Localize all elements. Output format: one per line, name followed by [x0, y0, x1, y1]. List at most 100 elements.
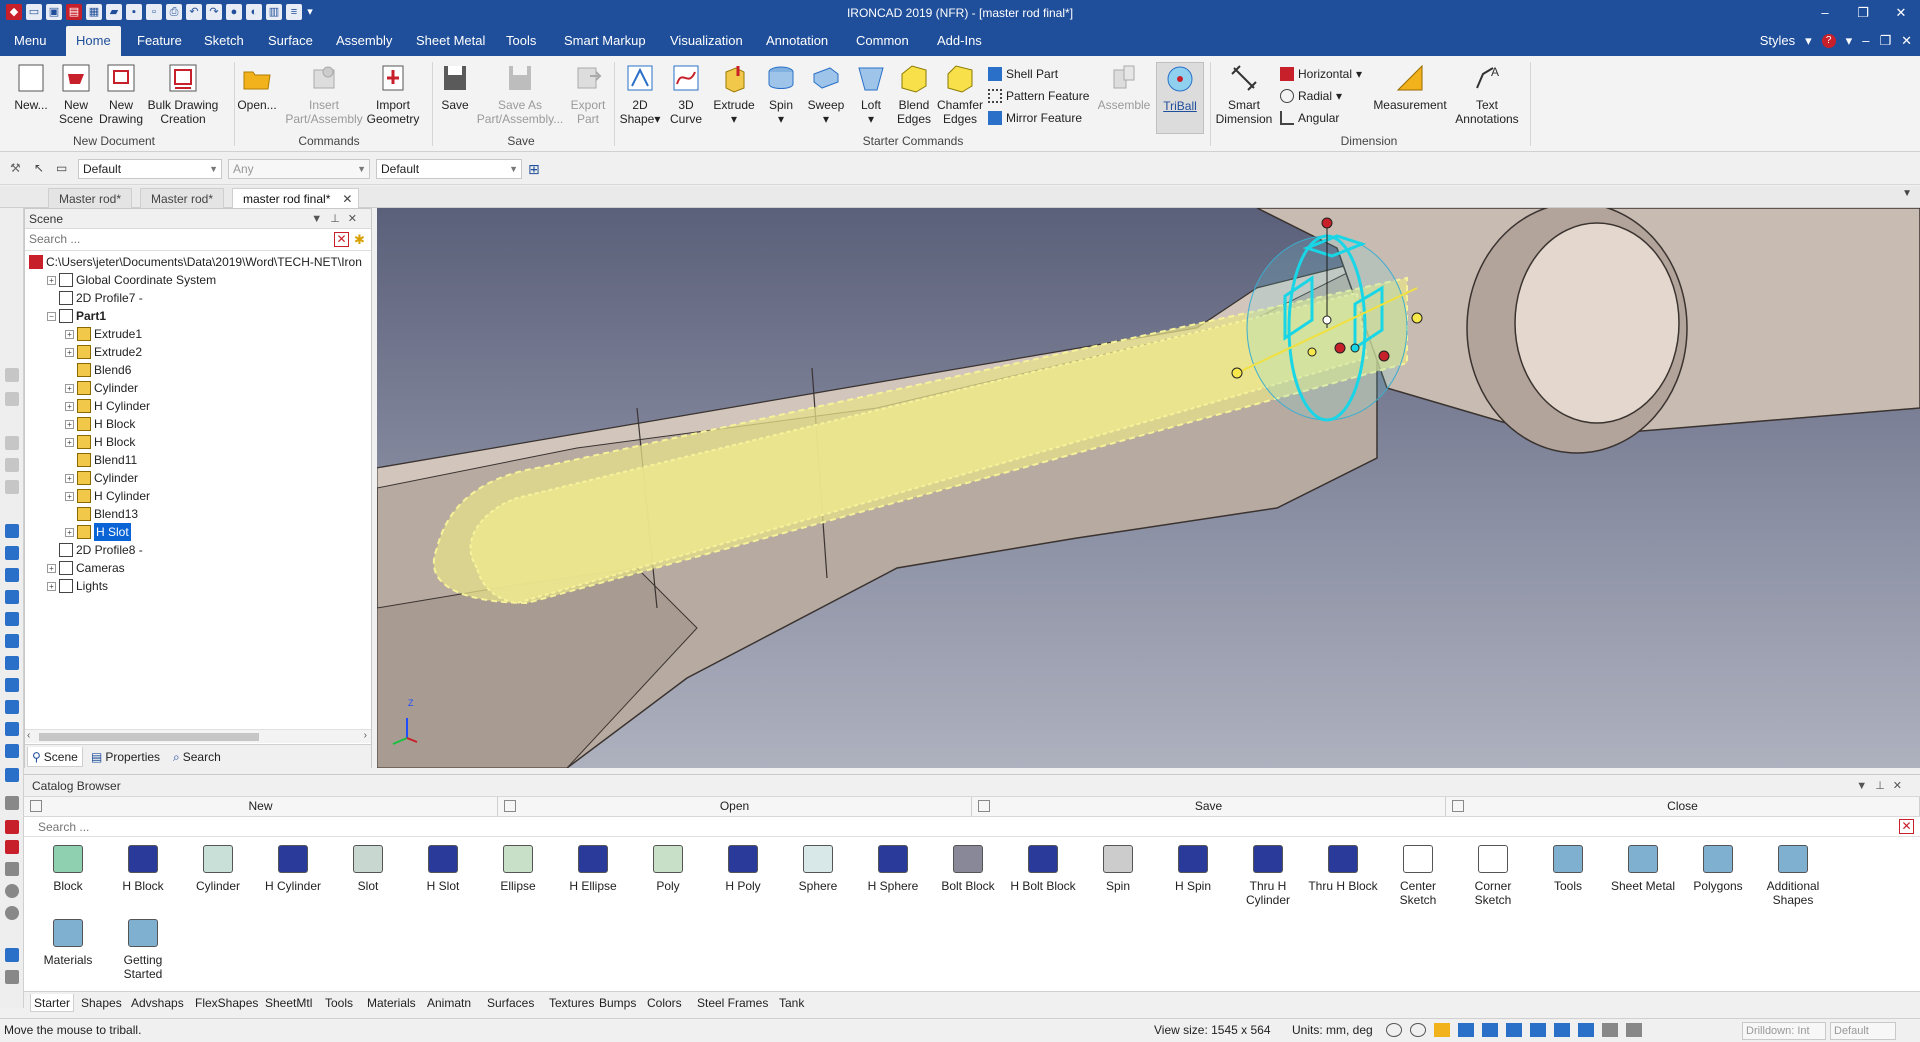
angle-tool-icon[interactable]: [5, 862, 19, 876]
close-tab-icon[interactable]: ✕: [342, 189, 352, 209]
clock-tool-icon[interactable]: [5, 906, 19, 920]
orbit-icon[interactable]: [1482, 1023, 1498, 1037]
expand-icon[interactable]: +: [65, 437, 74, 447]
styles-dropdown-icon[interactable]: ▾: [1805, 26, 1812, 56]
ribbon-restore-icon[interactable]: ❐: [1879, 26, 1891, 56]
doc-tab-master-rod-1[interactable]: Master rod*: [48, 188, 133, 208]
radial-dropdown-icon[interactable]: ▾: [1336, 89, 1342, 103]
render-mode-icon[interactable]: [1458, 1023, 1474, 1037]
tab-list-icon[interactable]: ▼: [1902, 188, 1912, 199]
catalog-item[interactable]: H Slot: [407, 845, 479, 893]
tree-item[interactable]: + H Block: [65, 415, 135, 433]
view-bottom-icon[interactable]: [5, 656, 19, 670]
smart-dimension-button[interactable]: Smart Dimension: [1214, 62, 1274, 126]
view-pan-icon[interactable]: [5, 768, 19, 782]
ruler-tool-icon[interactable]: [5, 970, 19, 984]
loft-dropdown-icon[interactable]: ▾: [850, 112, 892, 126]
tree-item[interactable]: + Extrude1: [65, 325, 142, 343]
3d-viewport[interactable]: Z: [377, 208, 1920, 768]
catalog-tab[interactable]: SheetMtl: [262, 994, 315, 1012]
tab-annotation[interactable]: Annotation: [756, 26, 838, 56]
selection-type-combo[interactable]: Any ▼: [228, 159, 370, 179]
assemble-button[interactable]: Assemble: [1096, 62, 1152, 112]
clear-search-icon[interactable]: ✕: [334, 232, 349, 247]
2d-shape-button[interactable]: 2D Shape▾: [618, 62, 662, 126]
view-box-icon[interactable]: [1434, 1023, 1450, 1037]
ribbon-minimize-icon[interactable]: –: [1862, 26, 1869, 56]
spin-dropdown-icon[interactable]: ▾: [760, 112, 802, 126]
clear-catalog-search-icon[interactable]: ✕: [1899, 819, 1914, 834]
view-back-icon[interactable]: [5, 568, 19, 582]
view-right-icon[interactable]: [5, 612, 19, 626]
extrude-dropdown-icon[interactable]: ▾: [710, 112, 758, 126]
eye-icon[interactable]: [1578, 1023, 1594, 1037]
catalog-tab[interactable]: Animatn: [424, 994, 474, 1012]
big-end-bore[interactable]: [1514, 222, 1680, 424]
zoom-icon[interactable]: [1410, 1023, 1426, 1037]
new-drawing-button[interactable]: New Drawing: [97, 62, 145, 126]
pointer-icon[interactable]: [1626, 1023, 1642, 1037]
catalog-item[interactable]: H Bolt Block: [1007, 845, 1079, 893]
view-zoom-icon[interactable]: [5, 744, 19, 758]
2d-shape-dropdown-icon[interactable]: ▾: [654, 112, 660, 126]
tree-item[interactable]: 2D Profile7 -: [47, 289, 143, 307]
catalog-item[interactable]: H Block: [107, 845, 179, 893]
catalog-tab[interactable]: FlexShapes: [192, 994, 261, 1012]
panel-close-icon[interactable]: ✕: [1893, 780, 1910, 792]
default-combo[interactable]: Default: [1830, 1022, 1896, 1040]
export-part-button[interactable]: Export Part: [566, 62, 610, 126]
scrollbar-thumb[interactable]: [39, 733, 259, 741]
tab-tools[interactable]: Tools: [496, 26, 546, 56]
pin-icon[interactable]: ⊥: [1875, 780, 1893, 792]
expand-icon[interactable]: +: [65, 347, 74, 357]
expand-icon[interactable]: +: [47, 275, 56, 285]
catalog-item[interactable]: Sphere: [782, 845, 854, 893]
tool-icon[interactable]: [5, 368, 19, 382]
insert-part-assembly-button[interactable]: Insert Part/Assembly: [282, 62, 366, 126]
mirror-feature-button[interactable]: Mirror Feature: [988, 108, 1082, 128]
scroll-right-icon[interactable]: ›: [364, 730, 367, 741]
catalog-tab[interactable]: Shapes: [78, 994, 125, 1012]
hierarchy-icon[interactable]: ⊞: [528, 161, 546, 177]
select-pointer-icon[interactable]: ↖: [34, 161, 50, 177]
close-window-button[interactable]: ✕: [1882, 0, 1920, 26]
catalog-item[interactable]: H Poly: [707, 845, 779, 893]
tree-item[interactable]: + H Cylinder: [65, 397, 150, 415]
drilldown-combo[interactable]: Drilldown: Int: [1742, 1022, 1826, 1040]
catalog-tab[interactable]: Steel Frames: [694, 994, 771, 1012]
blend-edges-button[interactable]: Blend Edges: [892, 62, 936, 126]
tree-item[interactable]: − Part1: [47, 307, 106, 325]
catalog-search-input[interactable]: [24, 817, 424, 836]
panel-dropdown-icon[interactable]: ▼: [311, 213, 330, 225]
radial-dimension-button[interactable]: Radial ▾: [1280, 86, 1342, 106]
expand-icon[interactable]: +: [65, 491, 74, 501]
expand-icon[interactable]: +: [65, 329, 74, 339]
scene-search-input[interactable]: [25, 229, 325, 249]
chamfer-edges-button[interactable]: Chamfer Edges: [936, 62, 984, 126]
tab-feature[interactable]: Feature: [127, 26, 192, 56]
catalog-item[interactable]: H Sphere: [857, 845, 929, 893]
panel-close-icon[interactable]: ✕: [348, 213, 365, 225]
save-button[interactable]: Save: [436, 62, 474, 112]
tool-icon[interactable]: [5, 392, 19, 406]
catalog-tab[interactable]: Textures: [546, 994, 597, 1012]
catalog-item[interactable]: Slot: [332, 845, 404, 893]
collapse-icon[interactable]: −: [47, 311, 56, 321]
tab-add-ins[interactable]: Add-Ins: [927, 26, 992, 56]
triball-button[interactable]: TriBall: [1156, 62, 1204, 134]
restore-button[interactable]: ❐: [1844, 0, 1882, 26]
tree-item[interactable]: + H Cylinder: [65, 487, 150, 505]
tree-item[interactable]: + H Slot: [65, 523, 131, 541]
expand-icon[interactable]: +: [47, 581, 56, 591]
catalog-item[interactable]: Corner Sketch: [1457, 845, 1529, 907]
expand-icon[interactable]: +: [65, 401, 74, 411]
tool-icon[interactable]: [5, 436, 19, 450]
tab-sheet-metal[interactable]: Sheet Metal: [406, 26, 495, 56]
catalog-tab[interactable]: Surfaces: [484, 994, 537, 1012]
view-cube-icon[interactable]: [5, 524, 19, 538]
triball-handle-inner[interactable]: [1350, 343, 1360, 353]
catalog-item[interactable]: H Spin: [1157, 845, 1229, 893]
horizontal-dimension-button[interactable]: Horizontal ▾: [1280, 64, 1362, 84]
tab-sketch[interactable]: Sketch: [194, 26, 254, 56]
tab-search[interactable]: ⌕ Search: [169, 747, 225, 767]
